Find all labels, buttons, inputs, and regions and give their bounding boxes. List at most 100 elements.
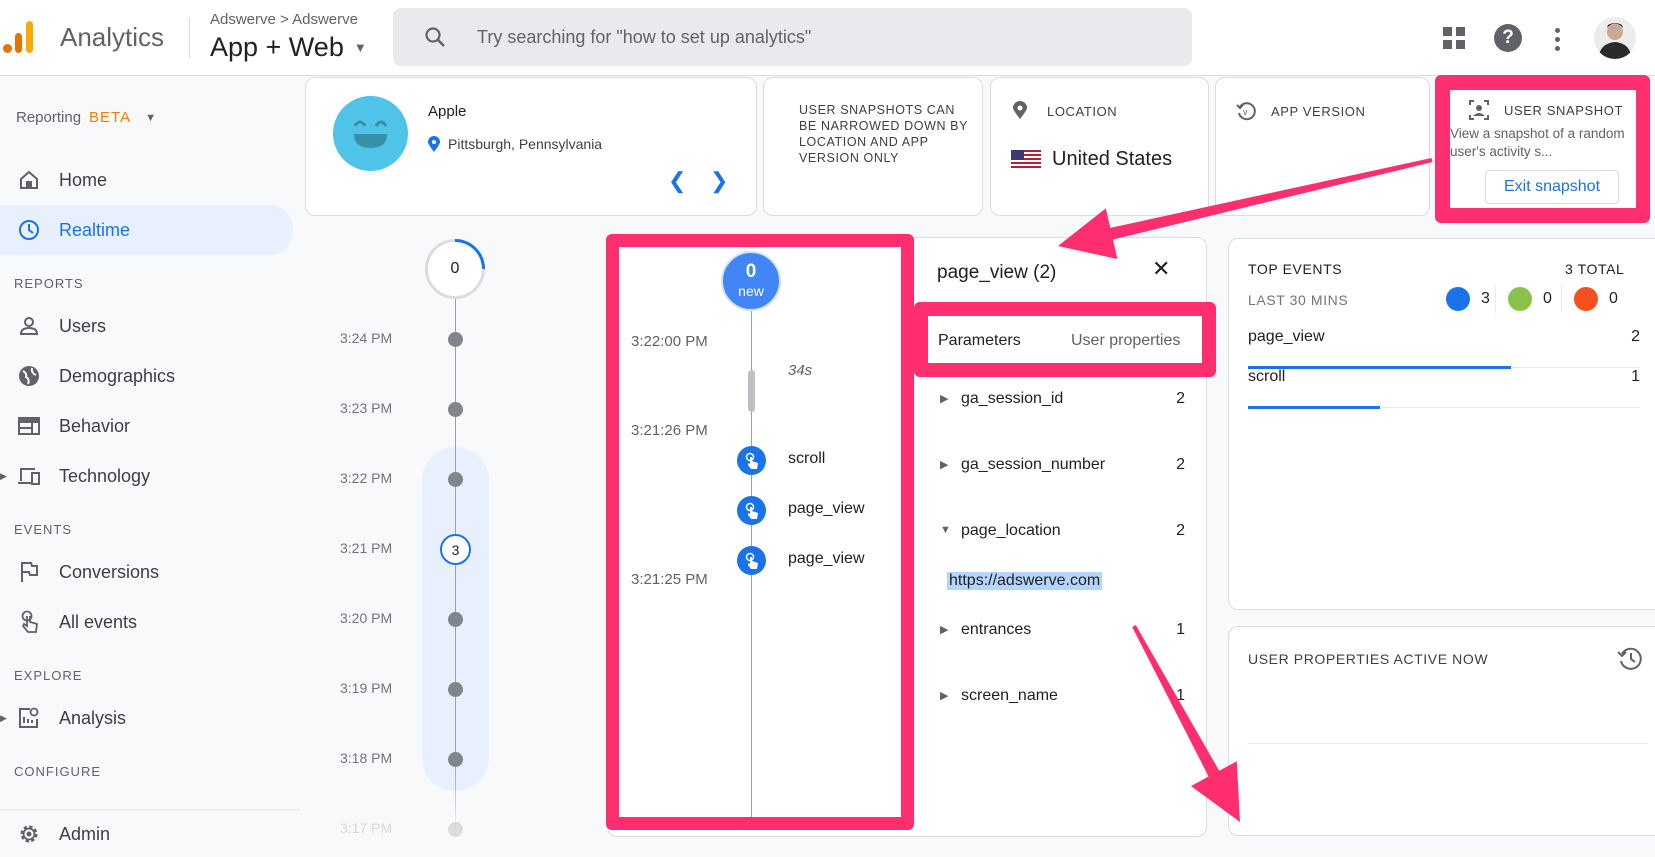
globe-icon xyxy=(16,363,42,389)
gear-icon xyxy=(16,821,42,847)
top-event-row[interactable]: page_view 2 xyxy=(1248,328,1640,369)
sidebar-item-admin[interactable]: Admin xyxy=(0,812,293,856)
minute-label: 3:17 PM xyxy=(340,820,393,836)
parameter-value: 1 xyxy=(1176,687,1185,704)
parameter-detail-value[interactable]: https://adswerve.com xyxy=(947,572,1103,590)
previous-user-button[interactable]: ❮ xyxy=(668,168,686,194)
minute-dot[interactable] xyxy=(448,612,463,627)
app-name: Analytics xyxy=(60,22,165,52)
more-vert-icon[interactable] xyxy=(1550,26,1564,52)
minute-dot[interactable] xyxy=(448,822,463,837)
minute-label: 3:24 PM xyxy=(340,330,393,346)
snapshot-note: USER SNAPSHOTS CAN BE NARROWED DOWN BY L… xyxy=(799,103,968,165)
minute-dot[interactable] xyxy=(448,682,463,697)
event-type-count: 3 xyxy=(1481,290,1490,307)
expand-arrow-icon: ▶ xyxy=(0,712,7,723)
minute-label: 3:21 PM xyxy=(340,540,393,556)
parameter-name: entrances xyxy=(961,621,1032,638)
minute-dot[interactable] xyxy=(448,472,463,487)
timeline-current-count: 0 xyxy=(425,239,485,299)
search-placeholder: Try searching for "how to set up analyti… xyxy=(477,26,812,47)
sidebar-item-realtime[interactable]: Realtime xyxy=(0,205,293,255)
history-icon[interactable] xyxy=(1617,645,1643,671)
minute-event-count[interactable]: 3 xyxy=(440,534,471,565)
sidebar-item-label: Realtime xyxy=(59,219,131,240)
sidebar-item-all-events[interactable]: All events xyxy=(0,598,293,646)
expand-more-icon[interactable]: ▶ xyxy=(940,623,948,636)
top-bar: Analytics Adswerve > Adswerve App + Web … xyxy=(0,0,1655,76)
app-version-card[interactable]: v APP VERSION xyxy=(1215,77,1430,216)
sidebar-item-users[interactable]: Users xyxy=(0,302,293,350)
annotation-highlight xyxy=(914,302,1216,377)
expand-less-icon[interactable]: ▼ xyxy=(940,524,951,536)
sidebar-item-technology[interactable]: ▶ Technology xyxy=(0,452,293,500)
property-selector[interactable]: App + Web ▼ xyxy=(210,32,367,63)
top-events-card: TOP EVENTS 3 TOTAL LAST 30 MINS 3 0 0 xyxy=(1228,238,1655,610)
home-icon xyxy=(16,167,42,193)
user-snapshot-description: View a snapshot of a random user's activ… xyxy=(1450,126,1625,159)
sidebar-item-label: All events xyxy=(59,611,138,632)
minute-label: 3:22 PM xyxy=(340,470,393,486)
avatar[interactable] xyxy=(1594,17,1636,59)
beta-badge: BETA xyxy=(89,109,132,126)
sidebar-item-demographics[interactable]: Demographics xyxy=(0,352,293,400)
breadcrumb[interactable]: Adswerve > Adswerve xyxy=(210,11,358,28)
minute-dot[interactable] xyxy=(448,402,463,417)
top-event-row[interactable]: scroll 1 xyxy=(1248,368,1640,409)
user-location: Pittsburgh, Pennsylvania xyxy=(428,136,602,152)
user-properties-title: USER PROPERTIES ACTIVE NOW xyxy=(1248,651,1489,667)
sidebar-item-label: Users xyxy=(59,315,107,336)
location-pin-icon xyxy=(1013,101,1027,119)
user-card: Apple Pittsburgh, Pennsylvania ❮ ❯ xyxy=(305,77,757,216)
minute-label: 3:19 PM xyxy=(340,680,393,696)
user-snapshot-card: USER SNAPSHOT View a snapshot of a rando… xyxy=(1450,90,1636,208)
bug-icon xyxy=(1574,287,1598,311)
sidebar-item-label: Technology xyxy=(59,465,151,486)
sidebar-item-label: Conversions xyxy=(59,561,160,582)
apps-grid-icon[interactable] xyxy=(1442,26,1466,50)
svg-text:v: v xyxy=(1243,107,1248,117)
close-icon[interactable]: ✕ xyxy=(1152,256,1170,282)
expand-more-icon[interactable]: ▶ xyxy=(940,689,948,702)
progress-ring xyxy=(454,239,485,270)
sidebar-item-behavior[interactable]: Behavior xyxy=(0,402,293,450)
annotation-highlight xyxy=(606,234,914,830)
event-type-count: 0 xyxy=(1543,290,1552,307)
expand-more-icon[interactable]: ▶ xyxy=(940,392,948,405)
divider xyxy=(0,809,300,811)
minute-label: 3:23 PM xyxy=(340,400,393,416)
minute-dot[interactable] xyxy=(448,332,463,347)
expand-more-icon[interactable]: ▶ xyxy=(940,458,948,471)
minute-label: 3:20 PM xyxy=(340,610,393,626)
help-icon[interactable]: ? xyxy=(1494,24,1522,52)
exit-snapshot-button[interactable]: Exit snapshot xyxy=(1485,170,1619,204)
sidebar-item-analysis[interactable]: ▶ Analysis xyxy=(0,694,293,742)
reporting-selector[interactable]: Reporting BETA ▼ xyxy=(16,109,156,126)
section-reports: REPORTS xyxy=(14,276,84,291)
app-version-icon: v xyxy=(1236,102,1256,121)
divider xyxy=(1248,743,1648,744)
location-text: Pittsburgh, Pennsylvania xyxy=(448,136,603,152)
parameter-name: screen_name xyxy=(961,687,1058,704)
touch-icon xyxy=(16,609,42,635)
location-card[interactable]: LOCATION United States xyxy=(990,77,1209,216)
devices-icon xyxy=(16,463,42,489)
sidebar-item-label: Admin xyxy=(59,823,111,844)
minute-dot[interactable] xyxy=(448,752,463,767)
parameter-value: 2 xyxy=(1176,522,1185,539)
divider xyxy=(189,18,190,58)
analysis-icon xyxy=(16,705,42,731)
next-user-button[interactable]: ❯ xyxy=(710,168,728,194)
section-events: EVENTS xyxy=(14,522,73,537)
parameter-name: ga_session_id xyxy=(961,390,1064,407)
user-snapshot-title: USER SNAPSHOT xyxy=(1504,103,1624,118)
property-name: App + Web xyxy=(210,32,344,62)
sidebar-item-home[interactable]: Home xyxy=(0,156,293,204)
parameter-name: page_location xyxy=(961,522,1061,539)
sidebar-item-conversions[interactable]: Conversions xyxy=(0,548,293,596)
parameter-value: 1 xyxy=(1176,621,1185,638)
flag-icon xyxy=(1508,287,1532,311)
caret-down-icon: ▼ xyxy=(353,40,367,55)
top-event-value: 1 xyxy=(1631,368,1640,385)
search-input[interactable]: Try searching for "how to set up analyti… xyxy=(393,8,1192,66)
